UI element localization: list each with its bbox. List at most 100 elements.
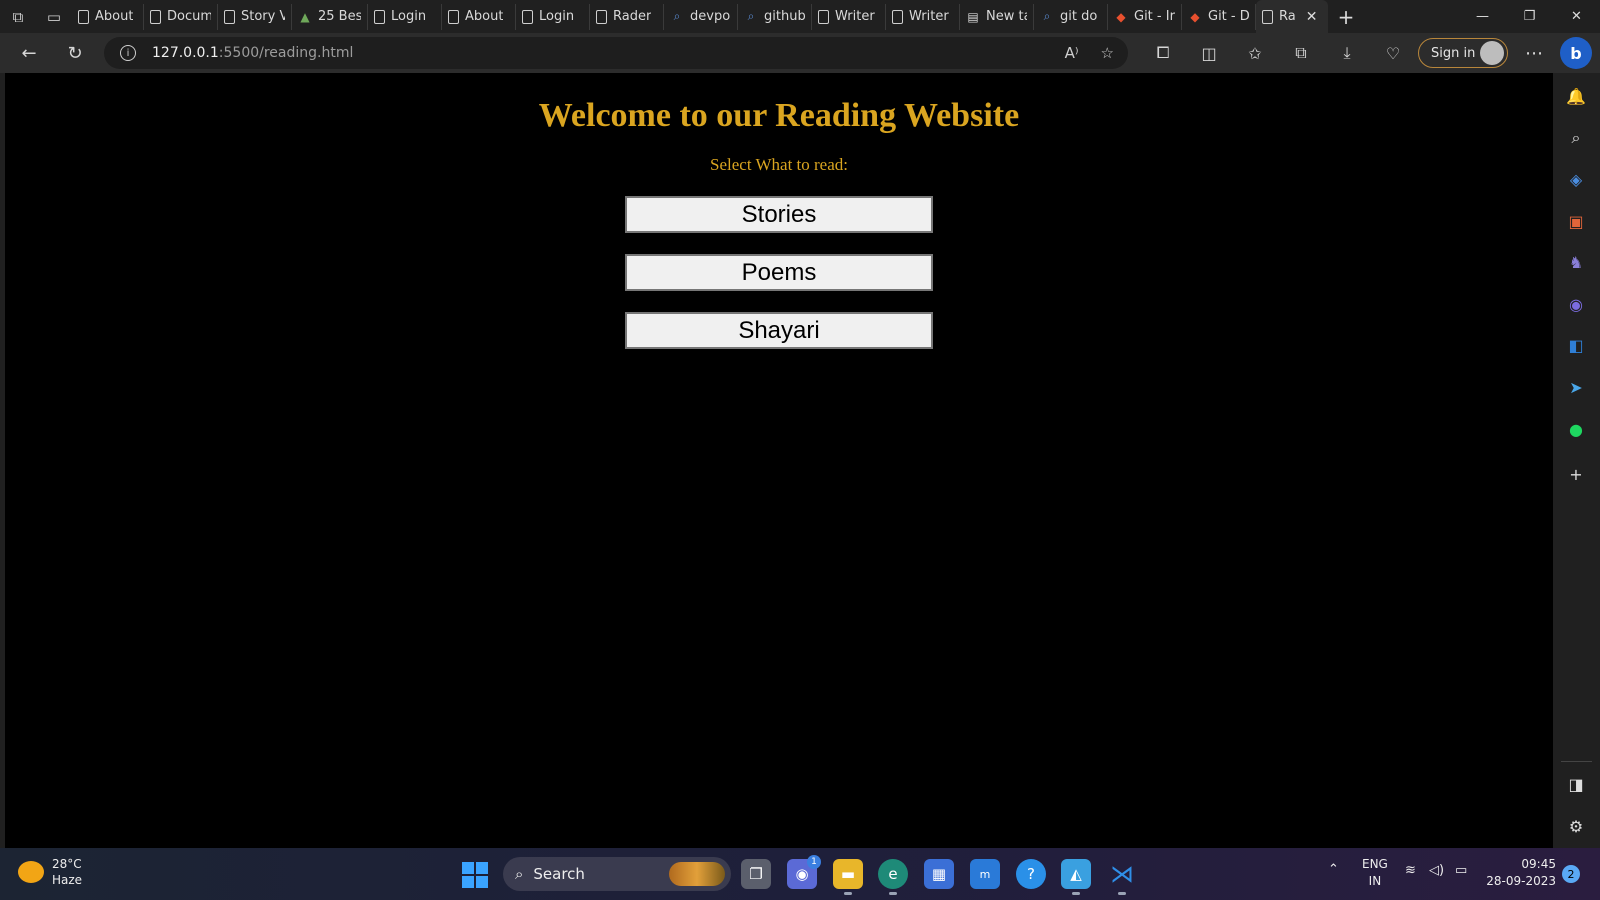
workspaces-icon[interactable]: ⧉: [0, 0, 36, 33]
downloads-icon[interactable]: ⤓: [1324, 33, 1370, 73]
volume-icon[interactable]: ◁): [1429, 863, 1444, 878]
taskbar: 28°C Haze ⌕ Search ❐ ◉ 1 ▬ e ▦ m ? ◭ ⋊ ⌃ …: [0, 848, 1600, 900]
weather-widget[interactable]: 28°C Haze: [18, 856, 82, 888]
divider: [1561, 761, 1592, 762]
split-screen-icon[interactable]: ◫: [1186, 33, 1232, 73]
temperature: 28°C: [52, 857, 82, 871]
more-options-icon[interactable]: ⋯: [1516, 33, 1552, 73]
tab-actions-icon[interactable]: ▭: [36, 0, 72, 33]
doc-icon: [78, 9, 89, 24]
info-icon[interactable]: i: [120, 45, 136, 61]
performance-icon[interactable]: ♡: [1370, 33, 1416, 73]
chat-icon[interactable]: ◉ 1: [787, 855, 821, 889]
notification-badge[interactable]: 2: [1562, 865, 1580, 883]
address-bar[interactable]: i 127.0.0.1:5500/reading.html A⁾ ☆: [104, 37, 1128, 69]
address-actions: A⁾ ☆: [1065, 37, 1114, 69]
address-bar-row: ← ↻ i 127.0.0.1:5500/reading.html A⁾ ☆ ⧠…: [0, 33, 1600, 73]
refresh-button[interactable]: ↻: [52, 33, 98, 73]
language-indicator[interactable]: ENG IN: [1362, 856, 1388, 890]
sidebar-toggle-icon[interactable]: ◨: [1565, 773, 1587, 795]
extensions-icon[interactable]: ⧠: [1140, 33, 1186, 73]
doc-icon: [596, 9, 607, 24]
bell-icon[interactable]: 🔔: [1565, 85, 1587, 107]
favorite-star-icon[interactable]: ☆: [1101, 44, 1114, 62]
close-tab-icon[interactable]: ✕: [1306, 9, 1318, 25]
tab-strip: About Docum Story V ▲ 25 Bes Login About …: [72, 0, 1328, 33]
tab[interactable]: Writer: [886, 3, 960, 30]
time: 09:45: [1521, 857, 1556, 871]
tab[interactable]: ◆ Git - D: [1182, 3, 1256, 30]
minimize-icon[interactable]: —: [1459, 0, 1506, 33]
toolbar: ⧠ ◫ ✩ ⧉ ⤓ ♡: [1140, 33, 1416, 73]
favorites-icon[interactable]: ✩: [1232, 33, 1278, 73]
tab[interactable]: Story V: [218, 3, 292, 30]
photos-icon[interactable]: ◭: [1061, 859, 1091, 895]
restore-icon[interactable]: ❐: [1506, 0, 1553, 33]
edge-sidebar: 🔔 ⌕ ◈ ▣ ♞ ◉ ◧ ➤ ● + ◨ ⚙: [1553, 73, 1600, 848]
url-host: 127.0.0.1: [152, 45, 219, 61]
add-icon[interactable]: +: [1565, 463, 1587, 485]
close-window-icon[interactable]: ✕: [1553, 0, 1600, 33]
mhp-app-icon[interactable]: m: [970, 859, 1000, 889]
vscode-icon[interactable]: ⋊: [1107, 859, 1137, 895]
tab[interactable]: Login: [368, 3, 442, 30]
spotify-icon[interactable]: ●: [1565, 418, 1587, 440]
avatar: [1480, 41, 1504, 65]
new-tab-button[interactable]: +: [1328, 0, 1364, 33]
toolbox-icon[interactable]: ▣: [1565, 210, 1587, 232]
sign-in-button[interactable]: Sign in: [1418, 38, 1508, 68]
tab-active[interactable]: Ra ✕: [1256, 0, 1328, 33]
help-icon[interactable]: ?: [1016, 859, 1046, 889]
store-icon[interactable]: ▦: [924, 859, 954, 889]
wifi-icon[interactable]: ≋: [1405, 863, 1416, 878]
chat-badge: 1: [807, 855, 821, 869]
doc-icon: [374, 9, 385, 24]
edge-browser-icon[interactable]: e: [878, 859, 908, 895]
doc-icon: [448, 9, 459, 24]
tab[interactable]: About: [72, 3, 144, 30]
search-icon: ⌕: [673, 9, 681, 23]
tab[interactable]: Login: [516, 3, 590, 30]
show-hidden-icons-icon[interactable]: ⌃: [1328, 862, 1339, 877]
tab[interactable]: Writer: [812, 3, 886, 30]
search-icon: ⌕: [1043, 9, 1051, 23]
shayari-button[interactable]: Shayari: [625, 312, 933, 349]
task-view-icon[interactable]: ❐: [741, 859, 771, 889]
tab[interactable]: ⌕ git do: [1034, 3, 1108, 30]
tab[interactable]: About: [442, 3, 516, 30]
tab[interactable]: ⌕ devpo: [664, 3, 738, 30]
collections-icon[interactable]: ⧉: [1278, 33, 1324, 73]
tab[interactable]: ▤New ta: [960, 3, 1034, 30]
start-windows-icon[interactable]: [462, 862, 488, 888]
poems-button[interactable]: Poems: [625, 254, 933, 291]
image-icon: ▲: [300, 9, 310, 24]
battery-icon[interactable]: ▭: [1455, 863, 1467, 878]
tab[interactable]: ⌕ github: [738, 3, 812, 30]
settings-gear-icon[interactable]: ⚙: [1565, 815, 1587, 837]
clock[interactable]: 09:45 28-09-2023: [1482, 856, 1556, 890]
weather-condition: Haze: [52, 873, 83, 887]
stories-button[interactable]: Stories: [625, 196, 933, 233]
back-button[interactable]: ←: [6, 33, 52, 73]
copilot-app-icon[interactable]: ◉: [1565, 293, 1587, 315]
search-icon: ⌕: [515, 865, 524, 883]
page-subtitle: Select What to read:: [710, 155, 848, 174]
git-icon: ◆: [1190, 9, 1200, 24]
tab[interactable]: ▲ 25 Bes: [292, 3, 368, 30]
page-title: Welcome to our Reading Website: [538, 97, 1020, 134]
send-icon[interactable]: ➤: [1565, 376, 1587, 398]
weather-icon: [18, 861, 44, 883]
doc-icon: [818, 9, 829, 24]
taskbar-search[interactable]: ⌕ Search: [503, 857, 731, 891]
tab[interactable]: ◆ Git - Ir: [1108, 3, 1182, 30]
tag-icon[interactable]: ◈: [1565, 168, 1587, 190]
copilot-icon[interactable]: b: [1560, 37, 1592, 69]
read-aloud-icon[interactable]: A⁾: [1065, 44, 1079, 62]
search-icon[interactable]: ⌕: [1565, 127, 1587, 149]
games-icon[interactable]: ♞: [1565, 251, 1587, 273]
tab[interactable]: Docum: [144, 3, 218, 30]
outlook-icon[interactable]: ◧: [1565, 334, 1587, 356]
tab[interactable]: Rader: [590, 3, 664, 30]
file-explorer-icon[interactable]: ▬: [833, 859, 863, 895]
newtab-icon: ▤: [967, 9, 979, 24]
